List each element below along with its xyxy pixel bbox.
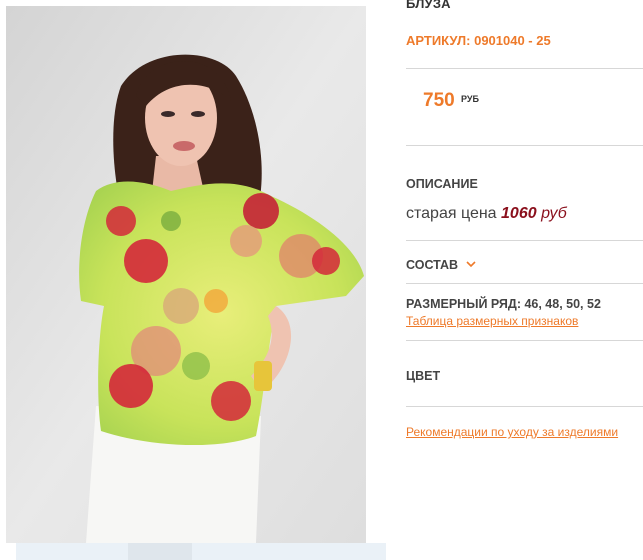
color-label: ЦВЕТ — [406, 369, 441, 383]
divider — [406, 283, 643, 284]
size-range: РАЗМЕРНЫЙ РЯД: 46, 48, 50, 52 — [406, 297, 601, 311]
divider — [406, 145, 643, 146]
old-price-prefix: старая цена — [406, 205, 497, 222]
divider — [406, 240, 643, 241]
thumbnail-strip — [16, 543, 386, 560]
composition-toggle[interactable]: СОСТАВ — [406, 257, 476, 272]
chevron-down-icon — [465, 257, 476, 271]
product-photo[interactable] — [6, 6, 366, 543]
size-table-link[interactable]: Таблица размерных признаков — [406, 314, 578, 328]
composition-label: СОСТАВ — [406, 258, 459, 272]
old-price: старая цена 1060 руб — [406, 205, 567, 223]
product-article: АРТИКУЛ: 0901040 - 25 — [406, 33, 551, 48]
divider — [406, 406, 643, 407]
old-price-value: 1060 — [501, 205, 537, 222]
product-image — [6, 6, 366, 543]
old-price-currency: руб — [541, 205, 567, 222]
divider — [406, 68, 643, 69]
description-label: ОПИСАНИЕ — [406, 177, 478, 191]
care-link[interactable]: Рекомендации по уходу за изделиями — [406, 425, 618, 439]
divider — [406, 340, 643, 341]
thumbnail[interactable] — [128, 543, 192, 560]
price-value: 750 — [423, 90, 455, 111]
product-title: БЛУЗА — [406, 0, 451, 11]
product-price: 750 РУБ — [423, 90, 479, 112]
price-currency: РУБ — [461, 94, 479, 104]
